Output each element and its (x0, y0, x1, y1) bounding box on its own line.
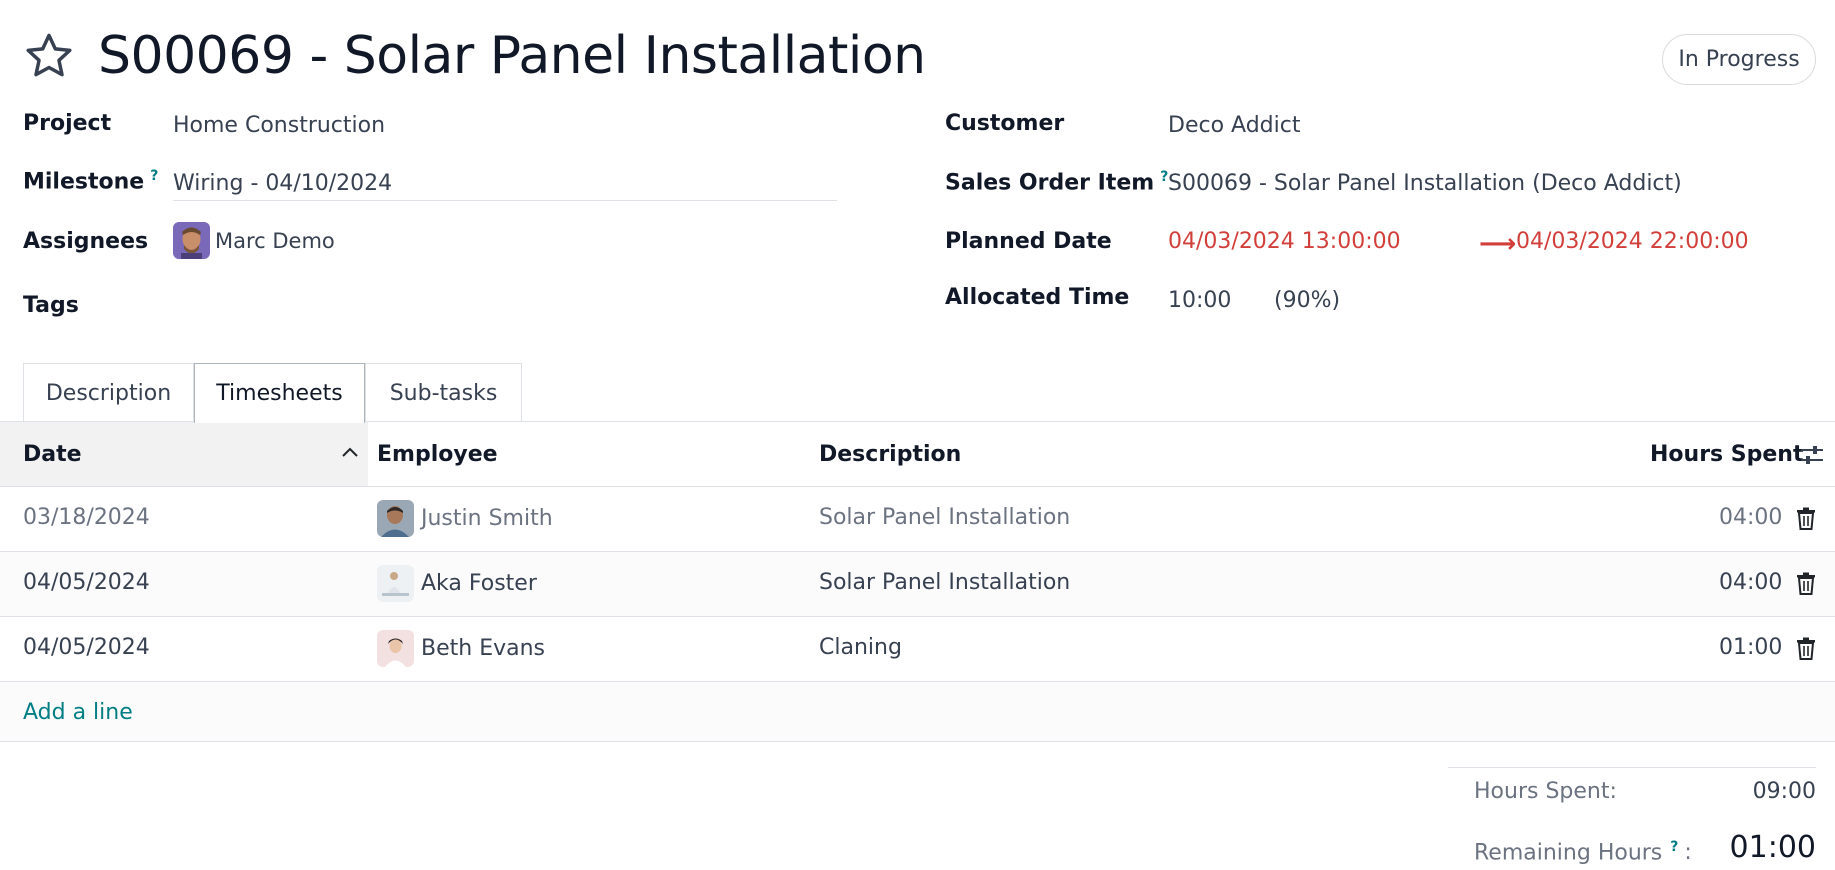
row-hours[interactable]: 01:00 (1719, 635, 1782, 660)
remaining-hours-value: 01:00 (1729, 830, 1816, 865)
sales-order-item-field[interactable]: S00069 - Solar Panel Installation (Deco … (1168, 171, 1682, 196)
milestone-label: Milestone? (23, 168, 159, 195)
planned-date-label: Planned Date (945, 229, 1112, 254)
assignee-name[interactable]: Marc Demo (215, 229, 335, 253)
column-header-hours-spent[interactable]: Hours Spent (1650, 422, 1803, 486)
notebook-tabs: Description Timesheets Sub-tasks (23, 363, 522, 423)
stage-badge[interactable]: In Progress (1662, 34, 1816, 85)
page-title[interactable]: S00069 - Solar Panel Installation (98, 26, 926, 86)
customer-field[interactable]: Deco Addict (1168, 113, 1300, 138)
trash-icon[interactable] (1795, 572, 1817, 596)
tags-label: Tags (23, 293, 79, 318)
allocated-time-label: Allocated Time (945, 285, 1130, 310)
tab-description[interactable]: Description (23, 363, 194, 422)
row-description[interactable]: Solar Panel Installation (819, 570, 1070, 595)
customer-label: Customer (945, 111, 1065, 136)
employee-avatar (377, 565, 414, 602)
row-divider (0, 741, 1835, 742)
star-icon[interactable] (22, 30, 76, 82)
help-icon[interactable]: ? (150, 168, 158, 184)
tags-field[interactable] (173, 288, 833, 322)
row-date[interactable]: 04/05/2024 (23, 570, 150, 595)
add-line-row-bg (0, 682, 1835, 741)
hours-spent-total-value: 09:00 (1752, 779, 1816, 804)
project-label: Project (23, 111, 112, 136)
allocated-time-field[interactable]: 10:00 (1168, 288, 1231, 313)
allocated-time-percent: (90%) (1274, 288, 1341, 313)
field-underline (173, 200, 837, 201)
assignees-label: Assignees (23, 229, 149, 254)
tab-timesheets[interactable]: Timesheets (194, 363, 365, 423)
row-divider (0, 486, 1835, 487)
optional-columns-icon[interactable] (1799, 443, 1825, 467)
row-date[interactable]: 04/05/2024 (23, 635, 150, 660)
column-header-date[interactable]: Date (23, 422, 82, 486)
trash-icon[interactable] (1795, 507, 1817, 531)
trash-icon[interactable] (1795, 637, 1817, 661)
hours-spent-total-label: Hours Spent: (1474, 779, 1617, 804)
help-icon[interactable]: ? (1670, 839, 1678, 855)
project-field[interactable]: Home Construction (173, 113, 385, 138)
row-employee[interactable]: Beth Evans (421, 636, 545, 661)
row-description[interactable]: Claning (819, 635, 902, 660)
row-employee[interactable]: Justin Smith (421, 506, 553, 531)
add-line-link[interactable]: Add a line (23, 700, 133, 725)
sort-ascending-icon[interactable] (341, 446, 359, 458)
employee-avatar (377, 500, 414, 537)
assignee-avatar[interactable] (173, 222, 210, 259)
employee-avatar (377, 630, 414, 667)
row-date[interactable]: 03/18/2024 (23, 505, 150, 530)
column-header-description[interactable]: Description (819, 422, 961, 486)
arrow-right-icon: ⟶ (1479, 229, 1517, 259)
totals-divider (1448, 767, 1816, 768)
row-hours[interactable]: 04:00 (1719, 505, 1782, 530)
row-hours[interactable]: 04:00 (1719, 570, 1782, 595)
sales-order-item-label: Sales Order Item? (945, 169, 1169, 196)
planned-date-start[interactable]: 04/03/2024 13:00:00 (1168, 229, 1401, 254)
column-header-employee[interactable]: Employee (377, 422, 498, 486)
row-divider (0, 616, 1835, 617)
remaining-hours-label: Remaining Hours?: (1474, 839, 1692, 866)
row-description[interactable]: Solar Panel Installation (819, 505, 1070, 530)
row-employee[interactable]: Aka Foster (421, 571, 537, 596)
tab-sub-tasks[interactable]: Sub-tasks (365, 363, 522, 422)
planned-date-end[interactable]: 04/03/2024 22:00:00 (1516, 229, 1749, 254)
milestone-field[interactable]: Wiring - 04/10/2024 (173, 171, 392, 196)
